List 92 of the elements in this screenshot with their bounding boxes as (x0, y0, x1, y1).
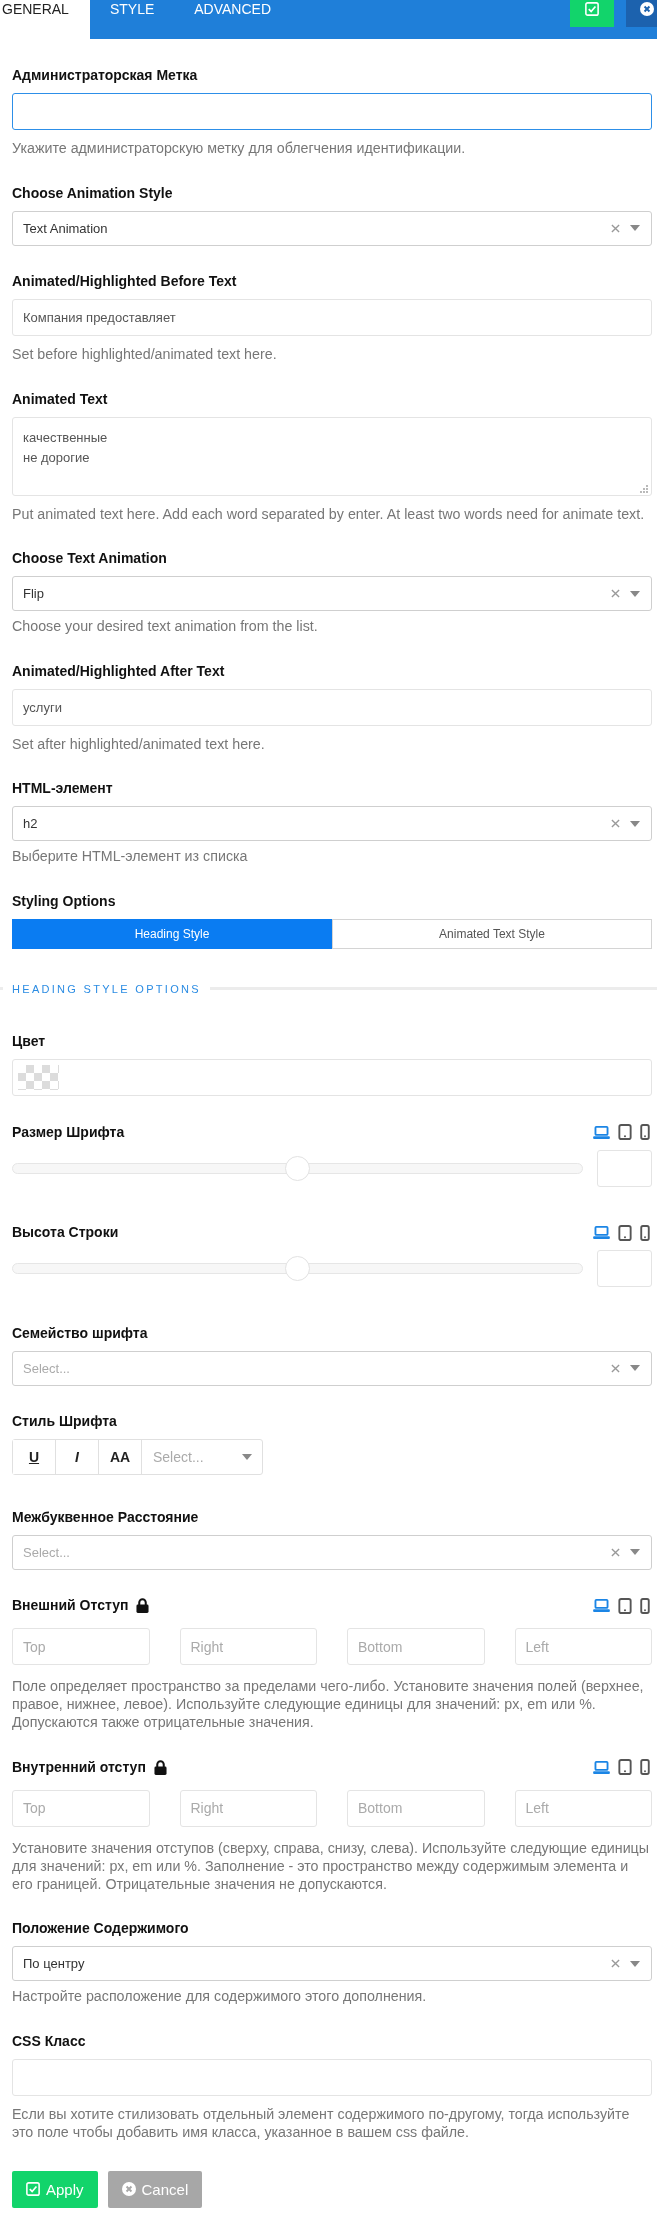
field-label: Styling Options (12, 892, 117, 910)
caret-icon (630, 225, 640, 231)
phone-icon[interactable] (640, 1759, 650, 1775)
slider-track[interactable] (12, 1256, 583, 1281)
text-input[interactable]: Компания предоставляет (12, 299, 652, 336)
tab[interactable]: STYLE (89, 0, 175, 39)
laptop-icon[interactable] (593, 1760, 610, 1774)
tab[interactable]: ADVANCED (174, 0, 292, 39)
field-label: Внешний Отступ (12, 1597, 129, 1614)
section-heading: HEADING STYLE OPTIONS (12, 981, 201, 996)
field-label: Внутренний отступ (12, 1758, 146, 1776)
spacing-input[interactable]: Bottom (347, 1628, 485, 1665)
field-label: Администраторская Метка (12, 67, 199, 84)
segment-tab[interactable]: Animated Text Style (332, 918, 652, 949)
textarea-field[interactable]: качественные не дорогие (12, 416, 652, 496)
help-text: Выберите HTML-элемент из списка (12, 847, 249, 865)
slider-thumb[interactable] (285, 1256, 310, 1281)
close-button[interactable] (626, 0, 657, 27)
field-label: Цвет (12, 1033, 47, 1050)
lock-icon[interactable] (136, 1598, 150, 1613)
select-field[interactable]: Flip (12, 576, 652, 611)
check-square-icon (26, 2182, 40, 2196)
select-field[interactable]: Text Animation (12, 210, 652, 246)
help-text: Если вы хотите стилизовать отдельный элемент содержимого по-другому, тогда используйте это поле чтобы добавить имя класса, указанное в вашем css файле. (12, 2104, 631, 2141)
spacing-input[interactable]: Left (514, 1789, 652, 1827)
field-label: Высота Строки (12, 1224, 119, 1241)
field-label: Choose Animation Style (12, 184, 174, 202)
number-input[interactable] (597, 1149, 652, 1187)
text-input[interactable]: услуги (12, 688, 652, 726)
tablet-icon[interactable] (618, 1224, 632, 1241)
segment-tab[interactable]: Heading Style (12, 918, 332, 949)
caret-icon (630, 820, 640, 827)
field-label: Стиль Шрифта (12, 1413, 118, 1430)
close-circle-icon (121, 2182, 136, 2196)
help-text: Поле определяет пространство за пределами чего-либо. Установите значения полей (верхнее, правое, нижнее, левое). Используйте следующие единицы для значений: px, em или %. Допускаются также отрицательные значения. (12, 1677, 645, 1731)
help-text: Set before highlighted/animated text here. (12, 345, 278, 363)
text-style-button[interactable]: U (13, 1440, 56, 1474)
clear-icon[interactable] (611, 1959, 620, 1968)
spacing-input[interactable]: Left (514, 1628, 652, 1665)
field-label: CSS Класс (12, 2032, 87, 2050)
caret-icon (630, 590, 640, 597)
clear-icon[interactable] (611, 589, 620, 598)
caret-icon (630, 1365, 640, 1371)
field-label: Animated/Highlighted After Text (12, 662, 226, 680)
clear-icon[interactable] (611, 223, 620, 233)
field-label: Положение Содержимого (12, 1920, 190, 1937)
phone-icon[interactable] (640, 1124, 650, 1140)
clear-icon[interactable] (611, 1363, 620, 1373)
tab[interactable]: GENERAL (0, 0, 90, 39)
clear-icon[interactable] (611, 1547, 620, 1557)
resize-grip-icon[interactable] (640, 484, 648, 493)
lock-icon[interactable] (153, 1759, 167, 1775)
help-text: Укажите администраторскую метку для облегчения идентификации. (12, 139, 467, 157)
field-label: Семейство шрифта (12, 1324, 149, 1342)
caret-icon (630, 1960, 640, 1967)
field-label: Animated/Highlighted Before Text (12, 273, 238, 290)
field-label: Межбуквенное Расстояние (12, 1508, 200, 1526)
select-field[interactable]: h2 (12, 806, 652, 841)
color-field[interactable] (12, 1059, 652, 1096)
field-label: Animated Text (12, 390, 109, 408)
field-label: Choose Text Animation (12, 550, 168, 567)
spacing-input[interactable]: Top (12, 1628, 150, 1665)
field-label: Размер Шрифта (12, 1123, 125, 1141)
tablet-icon[interactable] (618, 1759, 632, 1775)
phone-icon[interactable] (640, 1597, 650, 1614)
save-button[interactable] (570, 0, 614, 27)
clear-icon[interactable] (611, 819, 620, 828)
caret-icon (242, 1454, 252, 1460)
spacing-input[interactable]: Right (179, 1789, 317, 1827)
number-input[interactable] (597, 1250, 652, 1287)
spacing-input[interactable]: Top (12, 1789, 150, 1827)
laptop-icon[interactable] (593, 1599, 610, 1612)
help-text: Настройте расположение для содержимого этого дополнения. (12, 1987, 428, 2005)
spacing-input[interactable]: Right (179, 1628, 317, 1665)
field-label: HTML-элемент (12, 780, 114, 797)
help-text: Set after highlighted/animated text here. (12, 734, 266, 753)
phone-icon[interactable] (640, 1224, 650, 1241)
slider-thumb[interactable] (285, 1155, 310, 1181)
spacing-input[interactable]: Bottom (347, 1789, 485, 1827)
tablet-icon[interactable] (618, 1597, 632, 1614)
help-text: Choose your desired text animation from the list. (12, 617, 319, 635)
text-input[interactable] (12, 93, 652, 130)
laptop-icon[interactable] (593, 1125, 610, 1139)
help-text: Установите значения отступов (сверху, справа, снизу, слева). Используйте следующие единицы для значений: px, em или %. Заполнение - это пространство между содержимым элемента и его границей. Отрицательные значения не допускаются. (12, 1838, 651, 1893)
laptop-icon[interactable] (593, 1226, 610, 1239)
close-icon (640, 2, 654, 16)
help-text: Put animated text here. Add each word separated by enter. At least two words need for animate text. (12, 504, 646, 523)
check-square-icon (585, 2, 599, 16)
tablet-icon[interactable] (618, 1124, 632, 1140)
select-field[interactable]: По центру (12, 1946, 652, 1981)
slider-track[interactable] (12, 1155, 583, 1181)
caret-icon (630, 1549, 640, 1555)
